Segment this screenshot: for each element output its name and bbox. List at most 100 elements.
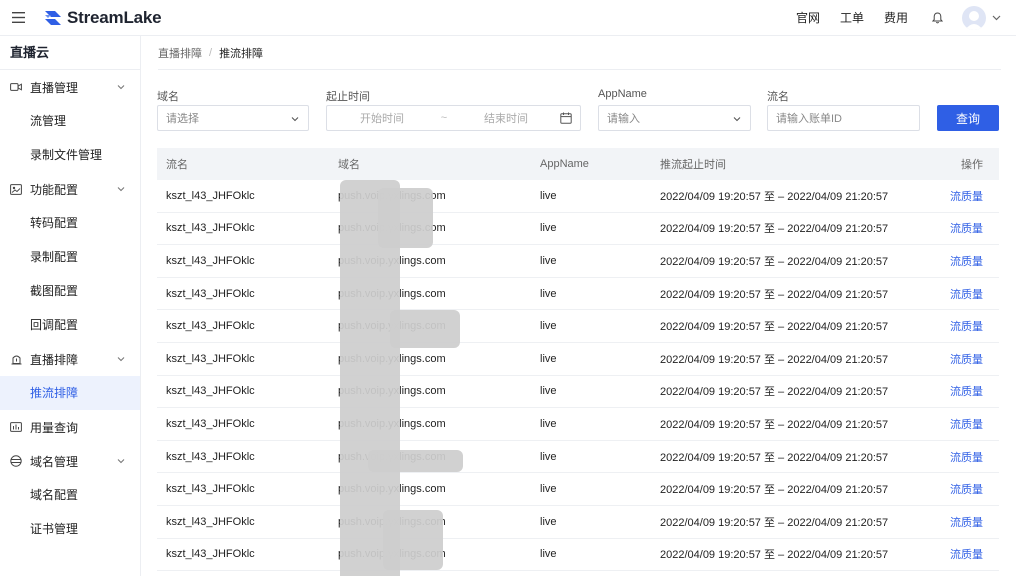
time-range-picker[interactable]: 开始时间 ~ 结束时间 xyxy=(326,105,581,131)
billing-link[interactable]: 费用 xyxy=(884,9,908,26)
stream-name-cell: kszt_l43_JHFOklc xyxy=(166,417,255,430)
globe-icon xyxy=(10,455,22,467)
sidebar-item-transcode-config[interactable]: 转码配置 xyxy=(0,206,140,240)
nav-group-live-diagnose[interactable]: 直播排障 xyxy=(0,342,140,376)
table-row: kszt_l43_JHFOklc push.voip.yxlings.com liv… xyxy=(157,180,999,213)
table-row: kszt_l43_JHFOklc push.voip.yxlings.com liv… xyxy=(157,343,999,376)
sidebar-item-domain-config[interactable]: 域名配置 xyxy=(0,478,140,512)
chevron-down-icon xyxy=(117,187,125,192)
table-row: kszt_l43_JHFOklc push.voip.yxlings.com liv… xyxy=(157,539,999,572)
breadcrumb-parent[interactable]: 直播排障 xyxy=(158,45,202,61)
domain-cell: push.voip.yxlings.com xyxy=(338,515,446,528)
table-row: kszt_l43_JHFOklc push.voip.yxlings.com liv… xyxy=(157,245,999,278)
stream-name-cell: kszt_l43_JHFOklc xyxy=(166,254,255,267)
stream-quality-link[interactable]: 流质量 xyxy=(939,351,999,367)
appname-cell: live xyxy=(540,385,557,398)
stream-quality-link[interactable]: 流质量 xyxy=(939,383,999,399)
start-time-input[interactable]: 开始时间 xyxy=(327,110,437,126)
appname-cell: live xyxy=(540,352,557,365)
sidebar-item-certificate-management[interactable]: 证书管理 xyxy=(0,512,140,546)
domain-cell: push.voip.yxlings.com xyxy=(338,548,446,561)
stream-quality-link[interactable]: 流质量 xyxy=(939,253,999,269)
column-header-action: 操作 xyxy=(961,159,983,171)
stream-name-cell: kszt_l43_JHFOklc xyxy=(166,189,255,202)
domain-cell: push.voip.yxlings.com xyxy=(338,417,446,430)
brand-logo[interactable]: StreamLake xyxy=(42,7,162,28)
stream-name-cell: kszt_l43_JHFOklc xyxy=(166,450,255,463)
breadcrumb-separator: / xyxy=(209,46,213,59)
range-separator: ~ xyxy=(440,112,448,124)
stream-quality-link[interactable]: 流质量 xyxy=(939,449,999,465)
push-time-cell: 2022/04/09 19:20:57 至 – 2022/04/09 21:20… xyxy=(660,190,889,203)
nav-group-live-management[interactable]: 直播管理 xyxy=(0,70,140,104)
sidebar-item-recording-files[interactable]: 录制文件管理 xyxy=(0,138,140,172)
stream-quality-link[interactable]: 流质量 xyxy=(939,416,999,432)
brand-name: StreamLake xyxy=(67,7,162,27)
stream-quality-link[interactable]: 流质量 xyxy=(939,188,999,204)
domain-cell: push.voip.yxlings.com xyxy=(338,450,446,463)
menu-toggle-icon[interactable] xyxy=(0,0,36,36)
appname-cell: live xyxy=(540,417,557,430)
table-row: kszt_l43_JHFOklc push.voip.yxlings.com liv… xyxy=(157,278,999,311)
stream-quality-link[interactable]: 流质量 xyxy=(939,546,999,562)
appname-cell: live xyxy=(540,189,557,202)
table-row: kszt_l43_JHFOklc push.voip.yxlings.com liv… xyxy=(157,441,999,474)
appname-select[interactable]: 请输入 xyxy=(598,105,751,131)
ticket-link[interactable]: 工单 xyxy=(840,9,864,26)
table-row: kszt_l43_JHFOklc push.voip.yxlings.com liv… xyxy=(157,408,999,441)
end-time-input[interactable]: 结束时间 xyxy=(451,110,561,126)
bell-icon[interactable] xyxy=(930,11,944,25)
appname-cell: live xyxy=(540,287,557,300)
sidebar-item-push-diagnose[interactable]: 推流排障 xyxy=(0,376,140,410)
stream-quality-link[interactable]: 流质量 xyxy=(939,514,999,530)
nav-group-usage-query[interactable]: 用量查询 xyxy=(0,410,140,444)
stream-filter-label: 流名 xyxy=(767,91,789,103)
push-time-cell: 2022/04/09 19:20:57 至 – 2022/04/09 21:20… xyxy=(660,516,889,529)
chevron-down-icon xyxy=(117,85,125,90)
stream-name-cell: kszt_l43_JHFOklc xyxy=(166,287,255,300)
usage-chart-icon xyxy=(10,421,22,433)
stream-name-input[interactable]: 请输入账单ID xyxy=(767,105,920,131)
stream-table: 流名 域名 AppName 推流起止时间 操作 kszt_l43_JHFOklc… xyxy=(157,148,999,572)
push-time-cell: 2022/04/09 19:20:57 至 – 2022/04/09 21:20… xyxy=(660,386,889,399)
top-header: StreamLake 官网 工单 费用 xyxy=(0,0,1016,36)
domain-cell: push.voip.yxlings.com xyxy=(338,189,446,202)
table-row: kszt_l43_JHFOklc push.voip.yxlings.com liv… xyxy=(157,376,999,409)
chevron-down-icon xyxy=(117,459,125,464)
avatar[interactable] xyxy=(962,5,986,30)
column-header-domain: 域名 xyxy=(338,159,360,171)
filter-bar: 域名 请选择 起止时间 开始时间 ~ 结束时间 AppName 请输入 流名 请… xyxy=(157,88,1002,133)
streamlake-logo-icon xyxy=(45,10,61,25)
appname-cell: live xyxy=(540,515,557,528)
domain-filter-label: 域名 xyxy=(157,91,179,103)
sidebar-item-stream-management[interactable]: 流管理 xyxy=(0,104,140,138)
nav-group-feature-config[interactable]: 功能配置 xyxy=(0,172,140,206)
stream-quality-link[interactable]: 流质量 xyxy=(939,286,999,302)
sidebar-item-snapshot-config[interactable]: 截图配置 xyxy=(0,274,140,308)
domain-select[interactable]: 请选择 xyxy=(157,105,309,131)
stream-quality-link[interactable]: 流质量 xyxy=(939,220,999,236)
calendar-icon xyxy=(560,112,572,124)
push-time-cell: 2022/04/09 19:20:57 至 – 2022/04/09 21:20… xyxy=(660,353,889,366)
push-time-cell: 2022/04/09 19:20:57 至 – 2022/04/09 21:20… xyxy=(660,451,889,464)
stream-name-cell: kszt_l43_JHFOklc xyxy=(166,515,255,528)
user-avatar-icon xyxy=(965,10,983,30)
nav-group-domain-management[interactable]: 域名管理 xyxy=(0,444,140,478)
column-header-stream: 流名 xyxy=(166,159,188,171)
push-time-cell: 2022/04/09 19:20:57 至 – 2022/04/09 21:20… xyxy=(660,484,889,497)
stream-quality-link[interactable]: 流质量 xyxy=(939,481,999,497)
domain-cell: push.voip.yxlings.com xyxy=(338,287,446,300)
official-site-link[interactable]: 官网 xyxy=(796,9,820,26)
column-header-appname: AppName xyxy=(540,158,589,170)
domain-cell: push.voip.yxlings.com xyxy=(338,385,446,398)
breadcrumb-current: 推流排障 xyxy=(219,47,264,60)
chevron-down-icon xyxy=(291,117,299,122)
domain-cell: push.voip.yxlings.com xyxy=(338,254,446,267)
sidebar-item-record-config[interactable]: 录制配置 xyxy=(0,240,140,274)
sidebar: 直播云 直播管理 流管理 录制文件管理 功能配置 转码配置 录制配置 截图配置 … xyxy=(0,36,141,576)
stream-quality-link[interactable]: 流质量 xyxy=(939,318,999,334)
chevron-down-icon[interactable] xyxy=(992,13,1002,23)
search-button[interactable]: 查询 xyxy=(937,105,999,131)
table-row: kszt_l43_JHFOklc push.voip.yxlings.com liv… xyxy=(157,506,999,539)
sidebar-item-callback-config[interactable]: 回调配置 xyxy=(0,308,140,342)
